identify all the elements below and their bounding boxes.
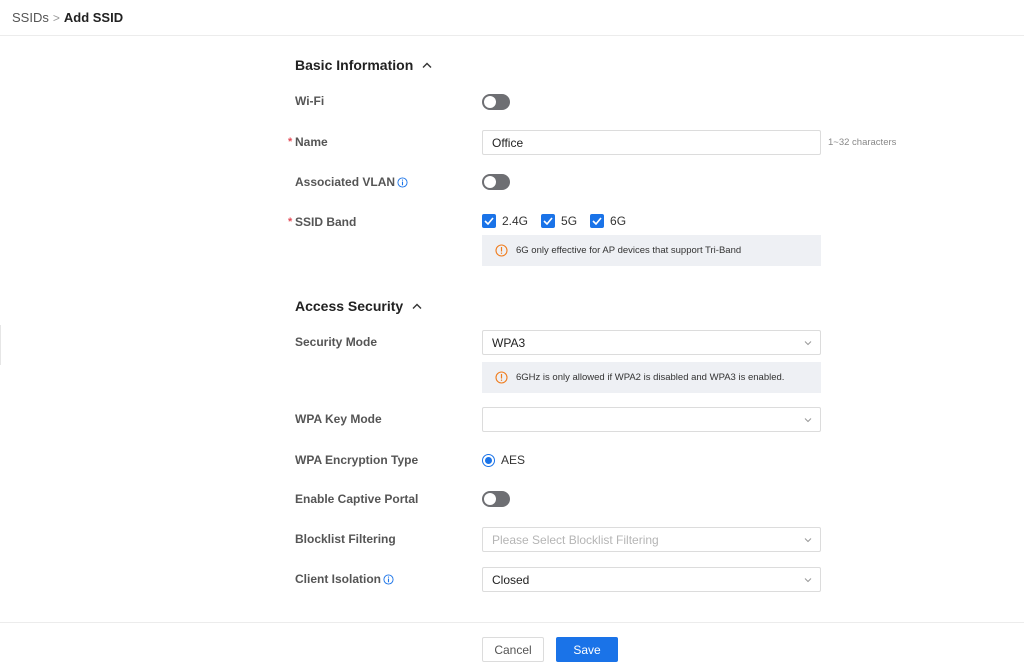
wpa-key-mode-label: WPA Key Mode xyxy=(295,412,382,426)
ssid-band-checkboxes: 2.4G 5G 6G xyxy=(482,214,639,228)
associated-vlan-toggle[interactable] xyxy=(482,174,510,190)
chevron-down-icon xyxy=(804,538,812,543)
left-edge-marker xyxy=(0,325,2,365)
encryption-radio-aes[interactable]: AES xyxy=(482,453,525,467)
info-icon[interactable] xyxy=(383,573,394,585)
breadcrumb-current: Add SSID xyxy=(63,10,124,25)
ssid-band-label: * SSID Band xyxy=(288,215,357,229)
security-notice-text: 6GHz is only allowed if WPA2 is disabled… xyxy=(516,372,785,383)
access-security-title: Access Security xyxy=(295,298,404,314)
captive-portal-label-text: Enable Captive Portal xyxy=(295,492,419,506)
wifi-label: Wi-Fi xyxy=(295,94,324,108)
client-isolation-select[interactable]: Closed xyxy=(482,567,821,592)
info-icon[interactable] xyxy=(397,176,408,188)
basic-information-title: Basic Information xyxy=(295,57,414,73)
band-checkbox-2-4g[interactable]: 2.4G xyxy=(482,214,528,228)
chevron-up-icon xyxy=(422,62,432,68)
wpa-key-mode-select[interactable] xyxy=(482,407,821,432)
security-mode-value: WPA3 xyxy=(492,335,526,350)
chevron-up-icon xyxy=(412,303,422,309)
security-mode-label: Security Mode xyxy=(295,335,377,349)
name-input[interactable]: Office xyxy=(482,130,821,155)
security-mode-select[interactable]: WPA3 xyxy=(482,330,821,355)
required-asterisk: * xyxy=(288,216,293,228)
band-notice-text: 6G only effective for AP devices that su… xyxy=(516,245,742,256)
breadcrumb-separator: > xyxy=(52,10,60,25)
cancel-button[interactable]: Cancel xyxy=(482,637,544,662)
blocklist-filtering-label: Blocklist Filtering xyxy=(295,532,396,546)
chevron-down-icon xyxy=(804,578,812,583)
check-icon xyxy=(482,214,496,228)
basic-information-section-header[interactable]: Basic Information xyxy=(295,57,433,73)
associated-vlan-label: Associated VLAN xyxy=(295,175,408,189)
band-checkbox-6g[interactable]: 6G xyxy=(590,214,626,228)
ssid-band-label-text: SSID Band xyxy=(295,215,357,229)
band-notice: 6G only effective for AP devices that su… xyxy=(482,235,821,266)
name-hint: 1~32 characters xyxy=(828,137,897,148)
check-icon xyxy=(541,214,556,228)
chevron-down-icon xyxy=(804,418,812,423)
name-label: * Name xyxy=(288,135,328,149)
band-label-2-4g: 2.4G xyxy=(502,214,529,228)
client-isolation-label: Client Isolation xyxy=(295,572,394,586)
chevron-down-icon xyxy=(804,341,812,346)
security-notice: 6GHz is only allowed if WPA2 is disabled… xyxy=(482,362,821,393)
check-icon xyxy=(590,214,605,228)
blocklist-filtering-select[interactable]: Please Select Blocklist Filtering xyxy=(482,527,821,552)
breadcrumb-ssids-link[interactable]: SSIDs xyxy=(12,10,49,25)
wpa-key-mode-label-text: WPA Key Mode xyxy=(295,412,382,426)
access-security-section-header[interactable]: Access Security xyxy=(295,298,423,314)
wpa-encryption-type-label-text: WPA Encryption Type xyxy=(295,453,419,467)
band-label-6g: 6G xyxy=(610,214,627,228)
breadcrumb: SSIDs > Add SSID xyxy=(0,0,1024,36)
toggle-knob xyxy=(484,96,496,108)
blocklist-filtering-placeholder: Please Select Blocklist Filtering xyxy=(492,532,659,547)
band-checkbox-5g[interactable]: 5G xyxy=(541,214,577,228)
band-label-5g: 5G xyxy=(561,214,578,228)
encryption-radio-label: AES xyxy=(501,453,526,467)
warning-icon xyxy=(495,371,508,384)
wifi-label-text: Wi-Fi xyxy=(295,94,325,108)
captive-portal-label: Enable Captive Portal xyxy=(295,492,418,506)
blocklist-filtering-label-text: Blocklist Filtering xyxy=(295,532,396,546)
client-isolation-label-text: Client Isolation xyxy=(295,572,382,586)
toggle-knob xyxy=(484,176,496,188)
client-isolation-value: Closed xyxy=(492,572,530,587)
wpa-encryption-type-label: WPA Encryption Type xyxy=(295,453,418,467)
security-mode-label-text: Security Mode xyxy=(295,335,378,349)
wifi-toggle[interactable] xyxy=(482,94,510,110)
save-button[interactable]: Save xyxy=(556,637,618,662)
radio-selected-icon xyxy=(482,453,495,467)
name-label-text: Name xyxy=(295,135,328,149)
toggle-knob xyxy=(484,493,496,505)
captive-portal-toggle[interactable] xyxy=(482,491,510,507)
warning-icon xyxy=(495,244,508,257)
associated-vlan-label-text: Associated VLAN xyxy=(295,175,396,189)
required-asterisk: * xyxy=(288,136,293,148)
